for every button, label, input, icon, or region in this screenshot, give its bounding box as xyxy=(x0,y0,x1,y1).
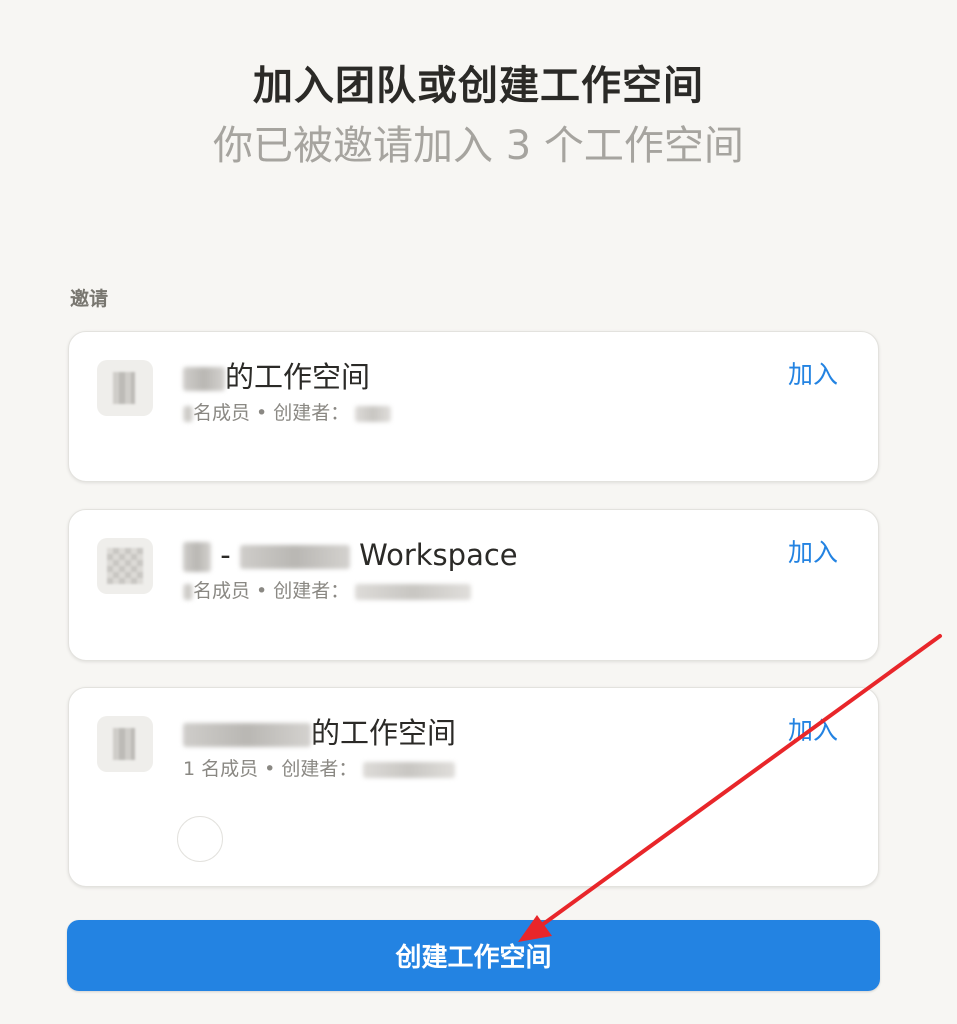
workspace-avatar-icon xyxy=(97,716,153,772)
invite-card: 的工作空间 1 名成员 • 创建者： 加入 xyxy=(68,687,879,887)
workspace-name-suffix: 的工作空间 xyxy=(225,360,371,394)
page-subtitle: 你已被邀请加入 3 个工作空间 xyxy=(213,123,744,169)
workspace-name-prefix: - xyxy=(220,538,231,572)
join-button[interactable]: 加入 xyxy=(788,714,838,748)
invites-section-label: 邀请 xyxy=(70,288,109,310)
blurred-owner-name xyxy=(183,542,211,572)
blurred-creator-name xyxy=(363,761,456,778)
blurred-avatar-image xyxy=(107,548,143,584)
blurred-creator-name xyxy=(355,583,472,600)
blurred-company-name xyxy=(239,545,350,569)
join-button[interactable]: 加入 xyxy=(788,358,838,392)
workspace-name-suffix: 的工作空间 xyxy=(311,716,457,750)
blurred-creator-name xyxy=(355,405,392,422)
workspace-meta-text: 名成员 • 创建者： xyxy=(193,402,350,424)
invite-card: 的工作空间 名成员 • 创建者： 加入 xyxy=(68,331,879,482)
workspace-meta-text: 1 名成员 • 创建者： xyxy=(183,758,358,780)
workspace-meta: 名成员 • 创建者： xyxy=(183,400,392,426)
workspace-avatar-icon xyxy=(97,538,153,594)
workspace-meta: 1 名成员 • 创建者： xyxy=(183,756,456,782)
invite-card: - Workspace 名成员 • 创建者： 加入 xyxy=(68,509,879,661)
blurred-member-count xyxy=(183,405,193,422)
page-title: 加入团队或创建工作空间 xyxy=(253,63,704,109)
page-header: 加入团队或创建工作空间 你已被邀请加入 3 个工作空间 xyxy=(0,58,957,176)
workspace-name: 的工作空间 xyxy=(183,358,370,396)
blurred-avatar-image xyxy=(113,728,135,760)
join-button[interactable]: 加入 xyxy=(788,536,838,570)
workspace-meta-text: 名成员 • 创建者： xyxy=(193,580,350,602)
workspace-avatar-icon xyxy=(97,360,153,416)
member-avatar xyxy=(177,816,223,862)
blurred-owner-name xyxy=(183,367,225,391)
workspace-name-suffix: Workspace xyxy=(359,538,518,572)
workspace-name: - Workspace xyxy=(183,536,518,574)
blurred-owner-name xyxy=(183,723,311,747)
workspace-meta: 名成员 • 创建者： xyxy=(183,578,472,604)
workspace-name: 的工作空间 xyxy=(183,714,456,752)
blurred-avatar-image xyxy=(113,372,135,404)
blurred-member-count xyxy=(183,583,193,600)
create-workspace-button[interactable]: 创建工作空间 xyxy=(67,920,880,991)
